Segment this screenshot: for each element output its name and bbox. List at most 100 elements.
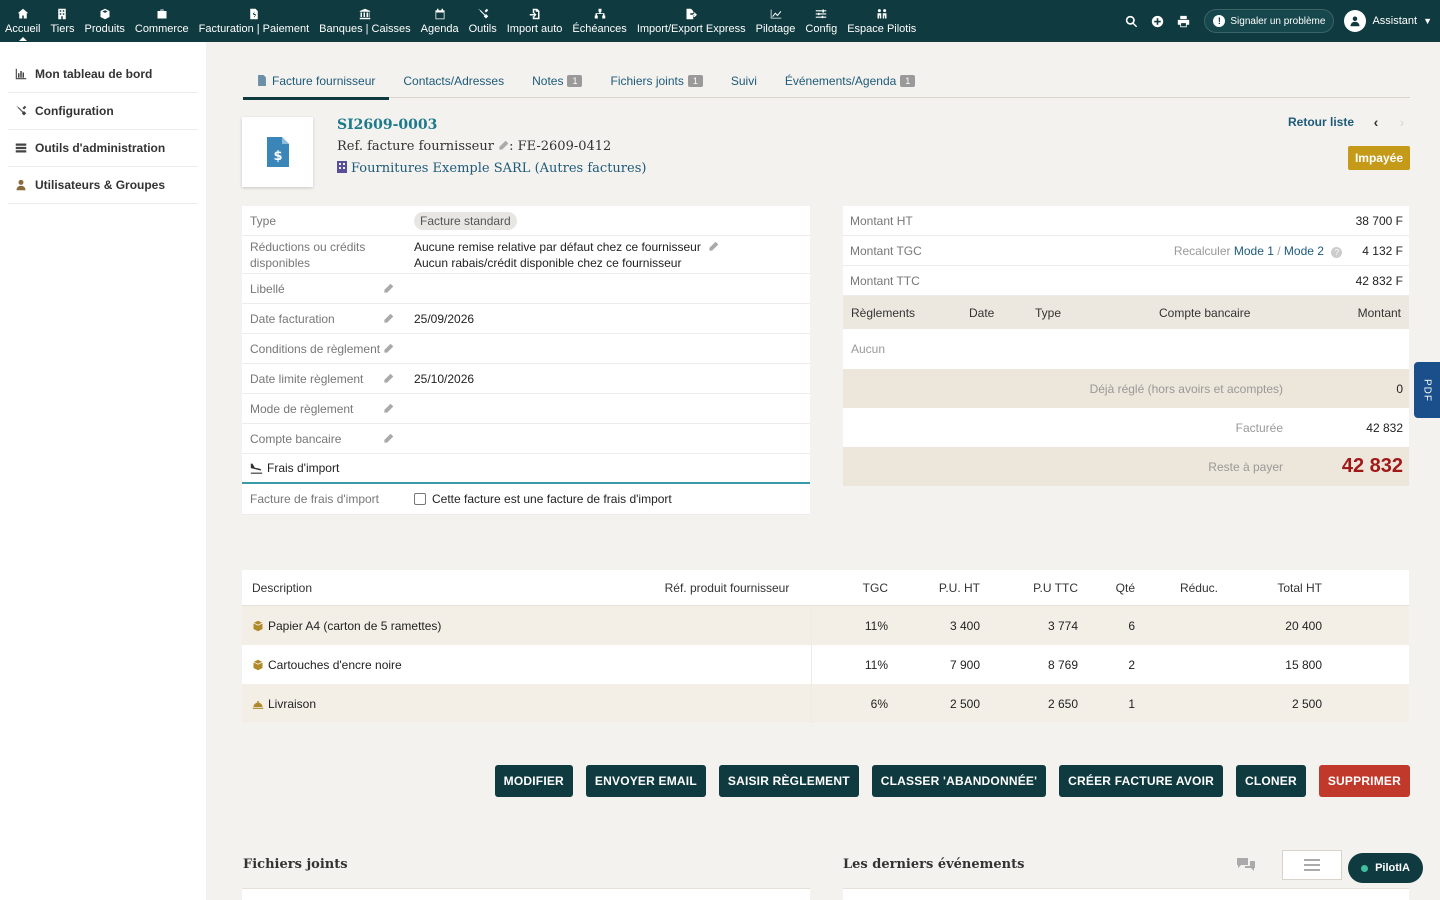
menu-echeances[interactable]: Échéances — [567, 0, 631, 42]
sidebar-item-configuration[interactable]: Configuration — [8, 93, 198, 130]
sidebar-item-label: Configuration — [35, 104, 114, 118]
building-icon — [56, 8, 68, 20]
recalc-mode2-link[interactable]: Mode 2 — [1284, 244, 1324, 258]
sidebar-item-users-groups[interactable]: Utilisateurs & Groupes — [8, 167, 198, 204]
chevron-right-icon: › — [1399, 114, 1405, 130]
field-value: 25/09/2026 — [414, 311, 475, 326]
pilotia-button[interactable]: PilotIA — [1348, 853, 1423, 883]
tab-badge: 1 — [687, 75, 703, 87]
edit-pencil-icon[interactable] — [498, 139, 509, 154]
enter-payment-button[interactable]: SAISIR RÈGLEMENT — [718, 765, 859, 797]
menu-tiers[interactable]: Tiers — [45, 0, 79, 42]
report-problem-button[interactable]: ! Signaler un problème — [1204, 9, 1335, 33]
import-checkbox[interactable] — [414, 493, 426, 505]
back-to-list-link[interactable]: Retour liste — [1288, 115, 1354, 129]
record-navigation: Retour liste ‹ › — [1288, 114, 1410, 130]
other-invoices-link[interactable]: (Autres factures) — [535, 161, 647, 176]
field-label: Conditions de règlement — [242, 341, 406, 357]
modify-button[interactable]: MODIFIER — [494, 765, 573, 797]
list-icon[interactable] — [1282, 850, 1342, 880]
line-pu: 7 900 — [949, 657, 980, 672]
product-box-icon — [253, 620, 263, 631]
tab-fichiers-joints[interactable]: Fichiers joints 1 — [596, 64, 716, 98]
menu-agenda[interactable]: Agenda — [416, 0, 464, 42]
line-total: 15 800 — [1285, 657, 1322, 672]
col-header: Réf. produit fournisseur — [664, 580, 790, 595]
product-box-icon — [253, 659, 263, 670]
field-label: Mode de règlement — [242, 401, 406, 417]
line-desc-text: Papier A4 (carton de 5 ramettes) — [268, 618, 442, 633]
edit-pencil-icon[interactable] — [383, 313, 394, 324]
tab-suivi[interactable]: Suivi — [717, 64, 771, 98]
menu-espace-pilotis[interactable]: Espace Pilotis — [842, 0, 921, 42]
attached-files-card — [242, 888, 810, 900]
pdf-label: PDF — [1421, 378, 1433, 402]
send-email-button[interactable]: ENVOYER EMAIL — [585, 765, 706, 797]
menu-produits[interactable]: Produits — [80, 0, 130, 42]
menu-label: Pilotage — [755, 22, 796, 35]
pdf-side-tab[interactable]: PDF — [1414, 362, 1440, 418]
supplier-name-link[interactable]: Fournitures Exemple SARL — [351, 161, 530, 176]
create-credit-note-button[interactable]: CRÉER FACTURE AVOIR — [1059, 765, 1223, 797]
chevron-left-icon[interactable]: ‹ — [1368, 114, 1384, 130]
edit-pencil-icon[interactable] — [383, 433, 394, 444]
menu-label: Tiers — [50, 22, 75, 35]
menu-config[interactable]: Config — [800, 0, 842, 42]
reductions-line-2: Aucun rabais/crédit disponible chez ce f… — [414, 255, 682, 270]
pilotia-label: PilotIA — [1375, 862, 1410, 874]
payments-col-header: Date — [969, 305, 995, 320]
recalc-mode1-link[interactable]: Mode 1 — [1234, 244, 1274, 258]
field-label: Compte bancaire — [242, 431, 406, 447]
table-row[interactable]: Livraison 6% 2 500 2 650 1 2 500 — [242, 684, 1409, 723]
delete-button[interactable]: SUPPRIMER — [1318, 765, 1410, 797]
line-pttc: 3 774 — [1047, 618, 1078, 633]
plus-circle-icon[interactable] — [1145, 9, 1169, 33]
user-menu[interactable]: Assistant ▼ — [1344, 10, 1432, 32]
comments-icon[interactable] — [1216, 850, 1276, 880]
tab-badge: 1 — [900, 75, 916, 87]
print-icon[interactable] — [1171, 9, 1195, 33]
total-value: 42 832 F — [1355, 273, 1403, 288]
file-import-icon — [529, 8, 541, 20]
recalc-label: Recalculer — [1173, 243, 1231, 258]
help-icon[interactable]: ? — [1331, 246, 1343, 258]
search-icon[interactable] — [1119, 9, 1143, 33]
edit-pencil-icon[interactable] — [383, 403, 394, 414]
menu-outils[interactable]: Outils — [464, 0, 502, 42]
edit-pencil-icon[interactable] — [383, 283, 394, 294]
menu-facturation[interactable]: Facturation | Paiement — [194, 0, 314, 42]
edit-pencil-icon[interactable] — [708, 241, 719, 252]
menu-accueil[interactable]: Accueil — [0, 0, 45, 42]
menu-label: Import auto — [506, 22, 563, 35]
clone-button[interactable]: CLONER — [1235, 765, 1306, 797]
sum-value: 42 832 — [1283, 455, 1409, 478]
field-date-limite: Date limite règlement 25/10/2026 — [242, 364, 810, 394]
server-icon — [14, 141, 28, 155]
table-row[interactable]: Papier A4 (carton de 5 ramettes) 11% 3 4… — [242, 606, 1409, 645]
menu-commerce[interactable]: Commerce — [130, 0, 194, 42]
sidebar-item-dashboard[interactable]: Mon tableau de bord — [8, 56, 198, 93]
edit-pencil-icon[interactable] — [383, 373, 394, 384]
menu-pilotage[interactable]: Pilotage — [751, 0, 801, 42]
top-right-tools: ! Signaler un problème Assistant ▼ — [1118, 0, 1440, 42]
tab-evenements[interactable]: Événements/Agenda 1 — [771, 64, 929, 98]
briefcase-icon — [156, 8, 168, 20]
top-navbar: Accueil Tiers Produits Commerce Facturat… — [0, 0, 1440, 42]
line-desc-text: Cartouches d'encre noire — [268, 657, 402, 672]
menu-import-auto[interactable]: Import auto — [502, 0, 568, 42]
sidebar-item-admin-tools[interactable]: Outils d'administration — [8, 130, 198, 167]
edit-pencil-icon[interactable] — [383, 343, 394, 354]
line-pttc: 8 769 — [1047, 657, 1078, 672]
tab-notes[interactable]: Notes 1 — [518, 64, 596, 98]
menu-label: Import/Export Express — [636, 22, 746, 35]
table-row[interactable]: Cartouches d'encre noire 11% 7 900 8 769… — [242, 645, 1409, 684]
menu-banques[interactable]: Banques | Caisses — [314, 0, 416, 42]
tab-facture-fournisseur[interactable]: Facture fournisseur — [243, 64, 390, 100]
tab-contacts[interactable]: Contacts/Adresses — [389, 64, 518, 98]
cube-icon — [99, 8, 111, 20]
classify-abandoned-button[interactable]: CLASSER 'ABANDONNÉE' — [871, 765, 1047, 797]
sidebar-item-label: Mon tableau de bord — [35, 67, 153, 81]
supplier-line: Fournitures Exemple SARL (Autres facture… — [337, 161, 646, 176]
tools-icon — [14, 104, 28, 118]
menu-import-export[interactable]: Import/Export Express — [632, 0, 751, 42]
